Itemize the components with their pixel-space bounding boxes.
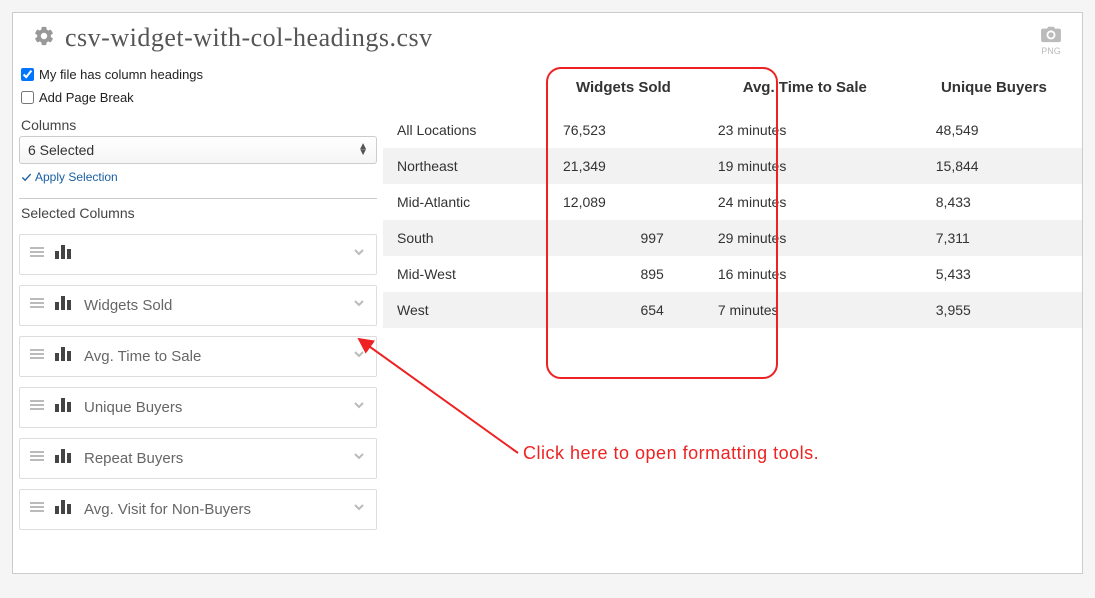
cell-time: 7 minutes	[704, 292, 906, 328]
export-png-label: PNG	[1040, 46, 1062, 56]
cell-widgets-sold: 76,523	[543, 112, 704, 148]
camera-icon	[1040, 25, 1062, 43]
cell-widgets-sold: 21,349	[543, 148, 704, 184]
cell-location: Northeast	[383, 148, 543, 184]
column-item[interactable]: Avg. Visit for Non-Buyers	[19, 489, 377, 530]
cell-unique-buyers: 8,433	[906, 184, 1082, 220]
updown-icon: ▲▼	[358, 144, 368, 156]
table-row: All Locations76,52323 minutes48,549	[383, 112, 1082, 148]
cell-time: 19 minutes	[704, 148, 906, 184]
column-item[interactable]: Widgets Sold	[19, 285, 377, 326]
cell-widgets-sold: 997	[543, 220, 704, 256]
cell-widgets-sold: 895	[543, 256, 704, 292]
check-icon	[21, 172, 32, 183]
table-header	[383, 63, 543, 112]
apply-selection-link[interactable]: Apply Selection	[19, 170, 118, 184]
cell-unique-buyers: 3,955	[906, 292, 1082, 328]
columns-select[interactable]: 6 Selected ▲▼	[19, 136, 377, 164]
cell-unique-buyers: 15,844	[906, 148, 1082, 184]
table-row: South99729 minutes7,311	[383, 220, 1082, 256]
drag-handle-icon[interactable]	[30, 296, 44, 314]
chevron-down-icon[interactable]	[352, 500, 366, 519]
bar-chart-icon	[54, 398, 72, 417]
column-item[interactable]: Repeat Buyers	[19, 438, 377, 479]
chevron-down-icon[interactable]	[352, 449, 366, 468]
column-item[interactable]: Unique Buyers	[19, 387, 377, 428]
selected-columns-heading: Selected Columns	[19, 205, 377, 221]
has-headings-checkbox[interactable]	[21, 68, 34, 81]
export-png-button[interactable]: PNG	[1040, 25, 1062, 56]
cell-time: 16 minutes	[704, 256, 906, 292]
chevron-down-icon[interactable]	[352, 296, 366, 315]
drag-handle-icon[interactable]	[30, 449, 44, 467]
column-item-label: Repeat Buyers	[84, 450, 352, 467]
has-headings-label[interactable]: My file has column headings	[39, 67, 203, 82]
cell-time: 24 minutes	[704, 184, 906, 220]
sidebar: My file has column headings Add Page Bre…	[13, 63, 383, 540]
cell-location: South	[383, 220, 543, 256]
columns-select-value: 6 Selected	[28, 142, 94, 158]
chevron-down-icon[interactable]	[352, 245, 366, 264]
column-item[interactable]	[19, 234, 377, 275]
column-item-label: Avg. Visit for Non-Buyers	[84, 501, 352, 518]
column-item[interactable]: Avg. Time to Sale	[19, 336, 377, 377]
table-header: Avg. Time to Sale	[704, 63, 906, 112]
table-row: West6547 minutes3,955	[383, 292, 1082, 328]
drag-handle-icon[interactable]	[30, 500, 44, 518]
cell-unique-buyers: 7,311	[906, 220, 1082, 256]
gear-icon	[33, 25, 55, 52]
cell-widgets-sold: 12,089	[543, 184, 704, 220]
drag-handle-icon[interactable]	[30, 398, 44, 416]
cell-time: 29 minutes	[704, 220, 906, 256]
cell-unique-buyers: 5,433	[906, 256, 1082, 292]
table-header: Widgets Sold	[543, 63, 704, 112]
columns-label: Columns	[19, 117, 377, 133]
bar-chart-icon	[54, 245, 72, 264]
bar-chart-icon	[54, 296, 72, 315]
cell-unique-buyers: 48,549	[906, 112, 1082, 148]
drag-handle-icon[interactable]	[30, 245, 44, 263]
bar-chart-icon	[54, 449, 72, 468]
apply-selection-label: Apply Selection	[35, 170, 118, 184]
callout-text: Click here to open formatting tools.	[523, 443, 819, 464]
cell-time: 23 minutes	[704, 112, 906, 148]
drag-handle-icon[interactable]	[30, 347, 44, 365]
cell-location: All Locations	[383, 112, 543, 148]
cell-location: Mid-West	[383, 256, 543, 292]
column-item-label: Unique Buyers	[84, 399, 352, 416]
cell-widgets-sold: 654	[543, 292, 704, 328]
chevron-down-icon[interactable]	[352, 347, 366, 366]
table-header: Unique Buyers	[906, 63, 1082, 112]
table-row: Northeast21,34919 minutes15,844	[383, 148, 1082, 184]
table-row: Mid-Atlantic12,08924 minutes8,433	[383, 184, 1082, 220]
page-title: csv-widget-with-col-headings.csv	[65, 23, 433, 53]
bar-chart-icon	[54, 347, 72, 366]
cell-location: West	[383, 292, 543, 328]
chevron-down-icon[interactable]	[352, 398, 366, 417]
table-row: Mid-West89516 minutes5,433	[383, 256, 1082, 292]
main-panel: Widgets SoldAvg. Time to SaleUnique Buye…	[383, 63, 1082, 540]
column-item-label: Avg. Time to Sale	[84, 348, 352, 365]
bar-chart-icon	[54, 500, 72, 519]
page-break-checkbox[interactable]	[21, 91, 34, 104]
column-item-label: Widgets Sold	[84, 297, 352, 314]
cell-location: Mid-Atlantic	[383, 184, 543, 220]
page-break-label[interactable]: Add Page Break	[39, 90, 134, 105]
data-table: Widgets SoldAvg. Time to SaleUnique Buye…	[383, 63, 1082, 328]
